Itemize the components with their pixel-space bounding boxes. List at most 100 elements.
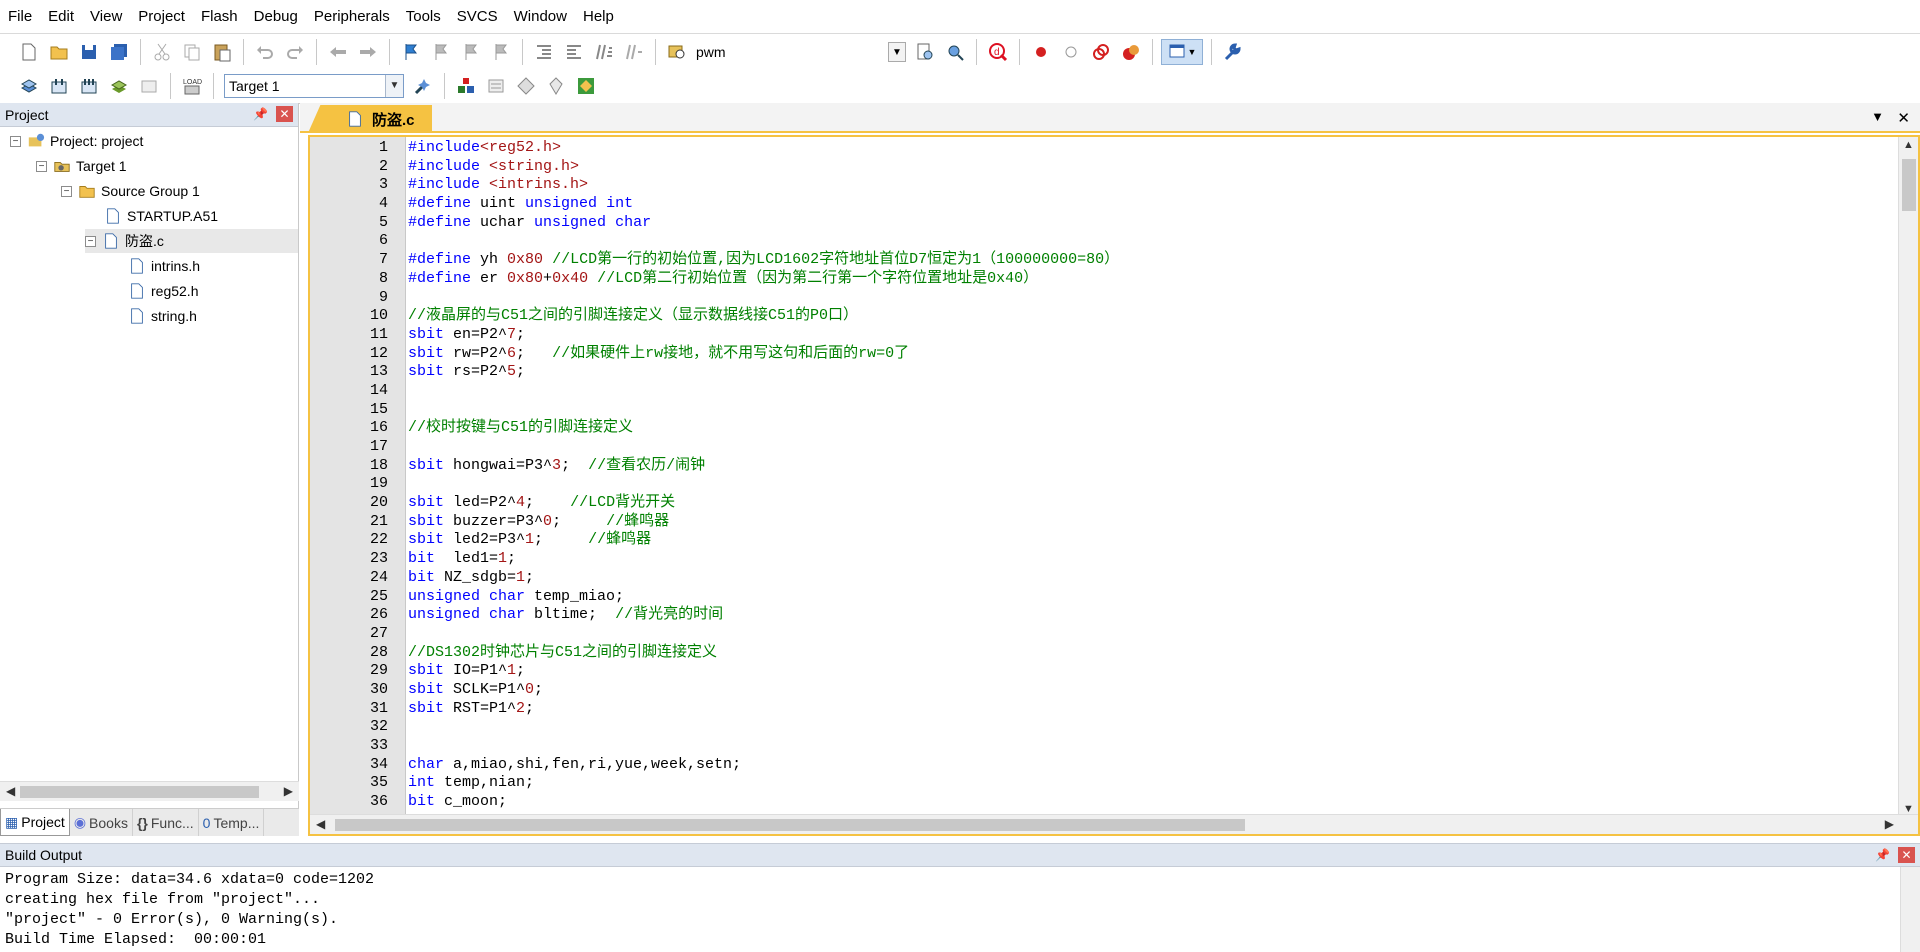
find-combo[interactable]: pwm ▼ (696, 40, 906, 64)
build-icon[interactable] (46, 73, 72, 99)
unindent-icon[interactable] (561, 39, 587, 65)
tree-item-source-group[interactable]: − Source Group 1 (61, 179, 200, 203)
download-icon[interactable]: LOAD (179, 73, 205, 99)
bookmark-next-icon[interactable] (458, 39, 484, 65)
target-options-icon[interactable] (410, 73, 436, 99)
menu-project[interactable]: Project (130, 0, 193, 34)
manage-project-items-icon[interactable] (453, 73, 479, 99)
menu-edit[interactable]: Edit (40, 0, 82, 34)
pin-icon[interactable]: 📌 (253, 107, 268, 121)
tab-project[interactable]: ▦ Project (0, 809, 70, 836)
indent-icon[interactable] (531, 39, 557, 65)
chevron-down-icon[interactable]: ▼ (888, 42, 906, 62)
uncomment-icon[interactable] (621, 39, 647, 65)
bookmark-clear-icon[interactable] (488, 39, 514, 65)
collapse-icon[interactable]: − (36, 160, 47, 172)
breakpoint-disable-all-icon[interactable] (1088, 39, 1114, 65)
project-hscrollbar[interactable]: ◀ ▶ (0, 781, 299, 801)
scroll-thumb[interactable] (335, 819, 1245, 831)
build-output-vscrollbar[interactable] (1900, 867, 1920, 952)
tab-list-dropdown-icon[interactable]: ▼ (1871, 109, 1884, 124)
tree-item-target[interactable]: − Target 1 (36, 154, 127, 178)
cut-icon[interactable] (149, 39, 175, 65)
find-combo-value: pwm (696, 44, 726, 60)
collapse-icon[interactable]: − (61, 185, 72, 197)
editor-vscrollbar[interactable]: ▲ ▼ (1898, 137, 1918, 817)
pack-installer-icon[interactable] (543, 73, 569, 99)
window-layout-icon[interactable]: ▼ (1161, 39, 1203, 65)
stop-build-icon[interactable] (136, 73, 162, 99)
new-file-icon[interactable] (16, 39, 42, 65)
code-line: 7 #define yh 0x80 //LCD第一行的初始位置,因为LCD1602… (310, 251, 1918, 270)
editor-tab-fangdao[interactable]: 防盗.c (308, 105, 432, 133)
code-text: sbit IO=P1^1; (408, 662, 526, 680)
tree-item-project[interactable]: − Project: project (10, 129, 143, 153)
tree-item-fangdao[interactable]: − 防盗.c (85, 229, 298, 253)
close-editor-icon[interactable]: ✕ (1897, 109, 1910, 127)
bookmark-toggle-icon[interactable] (398, 39, 424, 65)
menu-debug[interactable]: Debug (246, 0, 306, 34)
collapse-icon[interactable]: − (85, 235, 96, 247)
tree-item-label: STARTUP.A51 (127, 208, 219, 224)
menu-svcs[interactable]: SVCS (449, 0, 506, 34)
tree-item-intrins[interactable]: intrins.h (128, 254, 200, 278)
paste-icon[interactable] (209, 39, 235, 65)
code-text: #include<reg52.h> (408, 139, 562, 156)
nav-back-icon[interactable] (325, 39, 351, 65)
scroll-up-icon[interactable]: ▲ (1903, 139, 1914, 151)
scroll-thumb[interactable] (20, 786, 259, 798)
find-icon[interactable] (912, 39, 938, 65)
tree-item-string[interactable]: string.h (128, 304, 197, 328)
save-icon[interactable] (76, 39, 102, 65)
menu-view[interactable]: View (82, 0, 130, 34)
batch-build-icon[interactable] (106, 73, 132, 99)
breakpoint-insert-icon[interactable] (1028, 39, 1054, 65)
copy-icon[interactable] (179, 39, 205, 65)
comment-icon[interactable] (591, 39, 617, 65)
tab-functions[interactable]: {} Func... (133, 809, 199, 836)
rebuild-icon[interactable] (76, 73, 102, 99)
close-icon[interactable]: ✕ (276, 106, 293, 122)
translate-icon[interactable] (16, 73, 42, 99)
tree-item-reg52[interactable]: reg52.h (128, 279, 198, 303)
scroll-thumb[interactable] (1902, 159, 1916, 211)
redo-icon[interactable] (282, 39, 308, 65)
configure-icon[interactable] (1220, 39, 1246, 65)
editor-hscrollbar[interactable]: ◀ ▶ (310, 814, 1918, 834)
undo-icon[interactable] (252, 39, 278, 65)
menu-window[interactable]: Window (506, 0, 575, 34)
code-editor[interactable]: 1 #include<reg52.h> 2 #include <string.h> 3 #… (308, 135, 1920, 836)
code-text: sbit hongwai=P3^3; //查看农历/闹钟 (408, 456, 706, 474)
scroll-left-icon[interactable]: ◀ (316, 817, 325, 831)
close-icon[interactable]: ✕ (1898, 847, 1915, 863)
collapse-icon[interactable]: − (10, 135, 21, 147)
save-all-icon[interactable] (106, 39, 132, 65)
scroll-left-icon[interactable]: ◀ (6, 784, 15, 798)
find-in-files-icon[interactable] (664, 39, 690, 65)
menu-tools[interactable]: Tools (398, 0, 449, 34)
breakpoint-kill-all-icon[interactable] (1118, 39, 1144, 65)
target-select[interactable]: Target 1 ▼ (224, 73, 404, 98)
tab-books[interactable]: ◉ Books (70, 809, 133, 836)
menu-file[interactable]: File (0, 0, 40, 34)
nav-forward-icon[interactable] (355, 39, 381, 65)
chevron-down-icon[interactable]: ▼ (385, 74, 403, 97)
pack-installer-green-icon[interactable] (573, 73, 599, 99)
debug-session-icon[interactable]: d (985, 39, 1011, 65)
pin-icon[interactable]: 📌 (1875, 848, 1890, 862)
manage-rte-icon[interactable] (513, 73, 539, 99)
breakpoint-disable-icon[interactable] (1058, 39, 1084, 65)
bookmark-prev-icon[interactable] (428, 39, 454, 65)
menu-peripherals[interactable]: Peripherals (306, 0, 398, 34)
menu-help[interactable]: Help (575, 0, 622, 34)
incremental-find-icon[interactable] (942, 39, 968, 65)
tab-templates[interactable]: 0 Temp... (199, 809, 265, 836)
build-output-body[interactable]: Program Size: data=34.6 xdata=0 code=120… (0, 867, 1920, 952)
tree-item-startup[interactable]: STARTUP.A51 (104, 204, 218, 228)
select-packs-icon[interactable] (483, 73, 509, 99)
menu-flash[interactable]: Flash (193, 0, 246, 34)
open-folder-icon[interactable] (46, 39, 72, 65)
scroll-right-icon[interactable]: ▶ (1885, 817, 1894, 831)
scroll-right-icon[interactable]: ▶ (284, 784, 293, 798)
line-number: 31 (369, 699, 388, 717)
